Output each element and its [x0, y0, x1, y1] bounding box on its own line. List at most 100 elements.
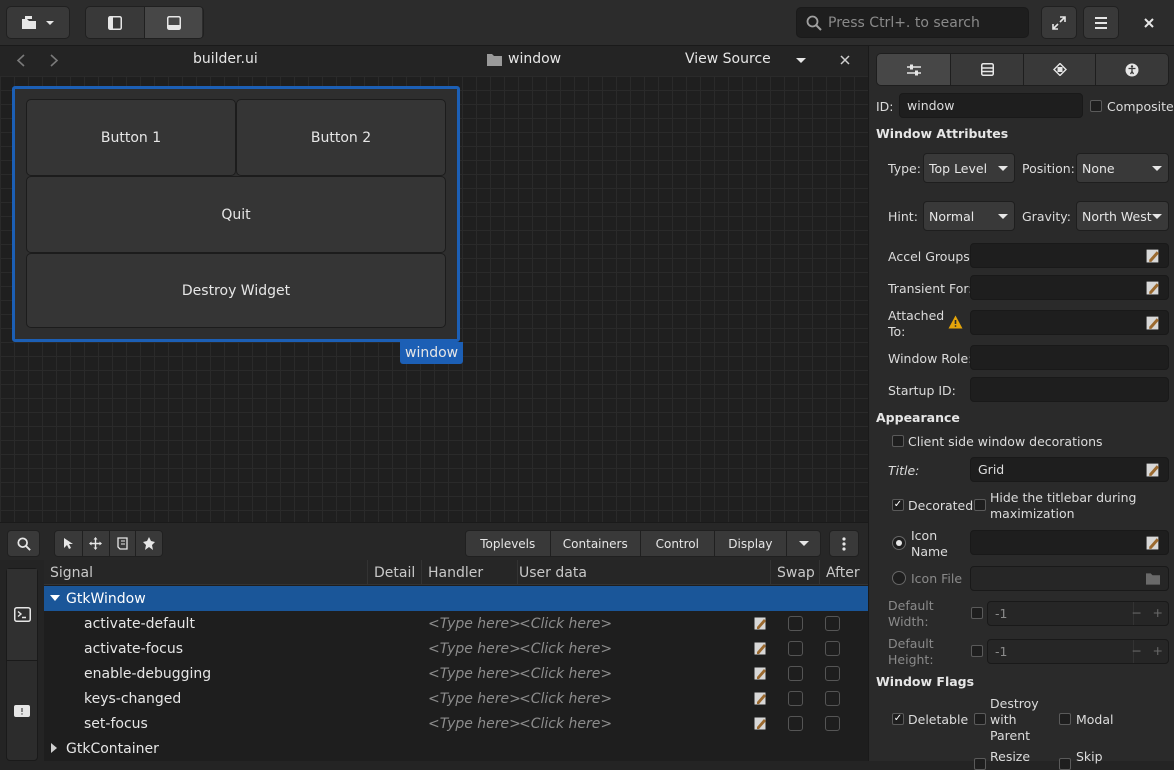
toggle-sidebar-button[interactable]	[86, 7, 144, 38]
decrement-icon[interactable]: −	[1132, 643, 1142, 658]
composite-checkbox[interactable]	[1090, 100, 1102, 112]
signal-row[interactable]: activate-focus <Type here> <Click here>	[44, 636, 868, 661]
userdata-field[interactable]: <Click here>	[519, 711, 612, 736]
edit-icon[interactable]	[754, 691, 767, 705]
resize-checkbox[interactable]	[974, 758, 986, 770]
palette-menu-button[interactable]	[829, 530, 859, 557]
view-source-button[interactable]: View Source	[685, 51, 771, 67]
toggle-bottom-pane-button[interactable]	[144, 7, 202, 38]
after-checkbox[interactable]	[825, 616, 840, 631]
attached-to-field[interactable]	[970, 310, 1169, 335]
button-2-widget[interactable]: Button 2	[236, 99, 446, 176]
title-field[interactable]: Grid	[970, 457, 1169, 482]
increment-icon[interactable]: +	[1153, 605, 1163, 620]
handler-field[interactable]: <Type here>	[428, 686, 521, 711]
swap-checkbox[interactable]	[788, 616, 803, 631]
default-width-spin[interactable]: -1 − +	[987, 601, 1169, 626]
edit-icon[interactable]	[1146, 462, 1160, 477]
swap-checkbox[interactable]	[788, 691, 803, 706]
accel-groups-field[interactable]	[970, 243, 1169, 268]
after-checkbox[interactable]	[825, 716, 840, 731]
packing-tab[interactable]	[950, 54, 1023, 85]
icon-file-field[interactable]	[970, 566, 1169, 591]
expanded-arrow-icon[interactable]	[50, 595, 60, 602]
signal-group-row[interactable]: GtkContainer	[44, 736, 868, 761]
signal-row[interactable]: set-focus <Type here> <Click here>	[44, 711, 868, 736]
type-dropdown[interactable]: Top Level	[923, 153, 1015, 183]
hint-dropdown[interactable]: Normal	[923, 201, 1015, 231]
collapsed-arrow-icon[interactable]	[51, 743, 58, 753]
toplevels-group-button[interactable]: Toplevels	[466, 531, 550, 556]
col-handler[interactable]: Handler	[428, 560, 518, 585]
back-arrow-icon[interactable]	[16, 54, 26, 67]
handler-field[interactable]: <Type here>	[428, 711, 521, 736]
close-window-button[interactable]	[1131, 6, 1167, 39]
quit-button-widget[interactable]: Quit	[26, 176, 446, 253]
col-after[interactable]: After	[826, 560, 868, 585]
edit-icon[interactable]	[754, 616, 767, 630]
startup-id-field[interactable]	[970, 377, 1169, 402]
position-dropdown[interactable]: None	[1076, 153, 1169, 183]
icon-name-field[interactable]	[970, 530, 1169, 555]
edit-icon[interactable]	[754, 666, 767, 680]
default-height-checkbox[interactable]	[971, 645, 983, 657]
palette-search-button[interactable]	[7, 530, 40, 557]
search-input[interactable]: Press Ctrl+. to search	[796, 7, 1029, 38]
folder-icon[interactable]	[1146, 571, 1160, 586]
userdata-field[interactable]: <Click here>	[519, 661, 612, 686]
userdata-field[interactable]: <Click here>	[519, 611, 612, 636]
col-signal[interactable]: Signal	[50, 560, 368, 585]
swap-checkbox[interactable]	[788, 641, 803, 656]
deletable-checkbox[interactable]: ✓	[892, 713, 904, 725]
swap-checkbox[interactable]	[788, 666, 803, 681]
id-field[interactable]: window	[899, 93, 1083, 118]
signal-row[interactable]: enable-debugging <Type here> <Click here…	[44, 661, 868, 686]
window-role-field[interactable]	[970, 345, 1169, 370]
control-group-button[interactable]: Control	[640, 531, 714, 556]
col-swap[interactable]: Swap	[777, 560, 820, 585]
edit-icon[interactable]	[1146, 315, 1160, 330]
edit-icon[interactable]	[1146, 248, 1160, 263]
destroy-widget-button-widget[interactable]: Destroy Widget	[26, 253, 446, 328]
edit-icon[interactable]	[754, 716, 767, 730]
file-name-tab[interactable]: builder.ui	[193, 51, 258, 67]
col-detail[interactable]: Detail	[374, 560, 422, 585]
signal-row[interactable]: activate-default <Type here> <Click here…	[44, 611, 868, 636]
open-menu-button[interactable]	[6, 6, 70, 39]
increment-icon[interactable]: +	[1153, 643, 1163, 658]
general-tab[interactable]	[877, 54, 951, 85]
margin-edit-tool-button[interactable]	[108, 531, 136, 556]
common-tab[interactable]	[1022, 54, 1096, 85]
default-height-spin[interactable]: -1 − +	[987, 639, 1169, 664]
design-canvas[interactable]: Button 1 Button 2 Quit Destroy Widget wi…	[0, 76, 868, 522]
close-tab-icon[interactable]	[840, 55, 850, 65]
icon-file-radio[interactable]	[892, 571, 906, 585]
signal-group-row[interactable]: GtkWindow	[44, 586, 868, 611]
drag-resize-tool-button[interactable]	[81, 531, 109, 556]
signals-tab[interactable]	[7, 569, 37, 661]
alignment-tool-button[interactable]	[135, 531, 162, 556]
userdata-field[interactable]: <Click here>	[519, 686, 612, 711]
signal-row[interactable]: keys-changed <Type here> <Click here>	[44, 686, 868, 711]
edit-icon[interactable]	[754, 641, 767, 655]
button-1-widget[interactable]: Button 1	[26, 99, 236, 176]
after-checkbox[interactable]	[825, 641, 840, 656]
display-group-button[interactable]: Display	[713, 531, 787, 556]
view-source-dropdown-icon[interactable]	[796, 58, 806, 63]
client-side-decorations-checkbox[interactable]	[892, 435, 904, 447]
icon-name-radio[interactable]	[892, 536, 906, 550]
decorated-checkbox[interactable]: ✓	[892, 499, 904, 511]
object-breadcrumb[interactable]: window	[508, 51, 561, 67]
after-checkbox[interactable]	[825, 666, 840, 681]
accessibility-tab[interactable]	[1095, 54, 1168, 85]
forward-arrow-icon[interactable]	[49, 54, 59, 67]
gravity-dropdown[interactable]: North West	[1076, 201, 1169, 231]
containers-group-button[interactable]: Containers	[549, 531, 640, 556]
edit-icon[interactable]	[1146, 280, 1160, 295]
default-width-checkbox[interactable]	[971, 607, 983, 619]
main-menu-button[interactable]	[1083, 6, 1119, 39]
edit-icon[interactable]	[1146, 535, 1160, 550]
skip-checkbox[interactable]	[1059, 758, 1071, 770]
col-userdata[interactable]: User data	[519, 560, 771, 585]
fullscreen-button[interactable]	[1041, 6, 1077, 39]
